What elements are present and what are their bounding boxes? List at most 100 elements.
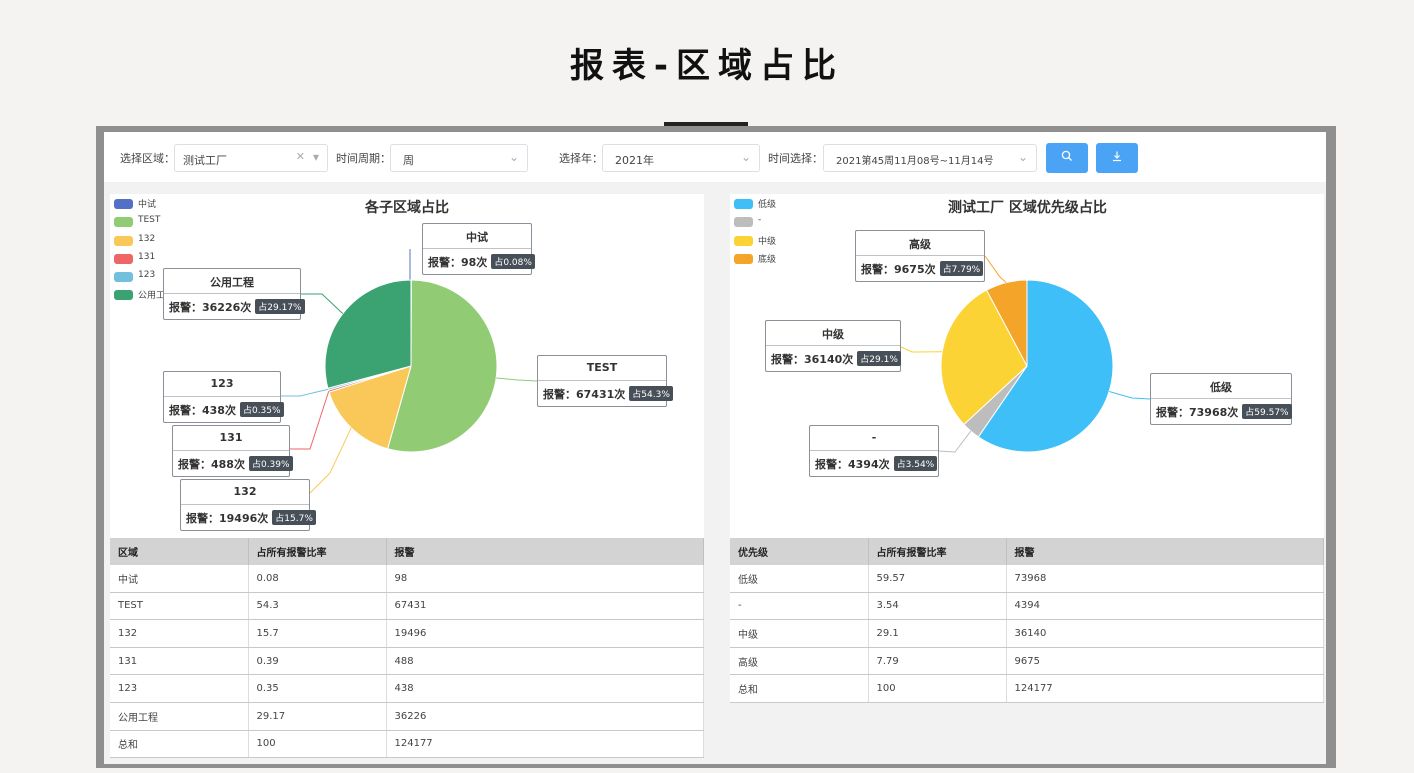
year-label: 选择年： [559, 152, 603, 165]
area-table-cell: 123 [110, 674, 249, 703]
area-data-label-value: 报警：19496次 占15.7% [186, 510, 316, 526]
area-data-label-name: 131 [219, 431, 243, 444]
area-table-cell: 29.17 [248, 702, 387, 731]
priority-data-label: 中级 报警：36140次 占29.1% [765, 320, 901, 372]
legend-swatch [734, 217, 753, 228]
priority-label-line [938, 430, 972, 453]
priority-table-cell: 7.79 [868, 647, 1007, 676]
divider [173, 450, 289, 451]
area-column-header[interactable]: 报警 [386, 538, 704, 565]
legend-label: 中级 [758, 236, 777, 247]
year-select[interactable]: 2021年 ⌄ [602, 144, 760, 172]
year-select-value: 2021年 [615, 154, 654, 167]
priority-table-row: 总和 100 124177 [730, 674, 1324, 703]
priority-label-line [984, 255, 1007, 283]
area-data-label-value: 报警：36226次 占29.17% [169, 299, 305, 315]
legend-swatch [114, 235, 133, 246]
legend-swatch [114, 253, 133, 264]
legend-swatch [734, 235, 753, 246]
priority-table-cell: 36140 [1006, 619, 1324, 648]
area-percent-badge: 占0.39% [248, 456, 293, 471]
priority-table-cell: - [730, 592, 869, 621]
legend-label: - [758, 215, 762, 226]
priority-column-header[interactable]: 优先级 [730, 538, 869, 565]
priority-data-label: - 报警：4394次 占3.54% [809, 425, 939, 477]
area-column-header[interactable]: 占所有报警比率 [248, 538, 387, 565]
area-table-row: 132 15.7 19496 [110, 619, 704, 648]
priority-column-header[interactable]: 占所有报警比率 [868, 538, 1007, 565]
priority-data-label-value: 报警：9675次 占7.79% [861, 261, 984, 277]
area-data-label-value: 报警：438次 占0.35% [169, 402, 284, 418]
legend-swatch [734, 253, 753, 264]
area-column-header[interactable]: 区域 [110, 538, 249, 565]
priority-data-label-name: 高级 [909, 238, 931, 251]
legend-swatch [114, 217, 133, 228]
area-label-line [281, 388, 329, 397]
area-table-cell: 公用工程 [110, 702, 249, 731]
priority-column-header[interactable]: 报警 [1006, 538, 1324, 565]
area-table-row: 123 0.35 438 [110, 674, 704, 703]
legend-label: 123 [138, 270, 156, 281]
area-table-cell: 98 [386, 565, 704, 593]
area-label-line [290, 390, 330, 450]
period-select[interactable]: 周 ⌄ [390, 144, 528, 172]
area-percent-badge: 占29.17% [255, 299, 305, 314]
time-select[interactable]: 2021第45周11月08号~11月14号 ⌄ [823, 144, 1037, 172]
legend-label: 低级 [758, 200, 777, 210]
area-table-cell: 54.3 [248, 592, 387, 621]
divider [181, 504, 309, 505]
priority-data-label-value: 报警：73968次 占59.57% [1156, 404, 1292, 420]
download-icon [1113, 151, 1121, 162]
clear-icon[interactable]: ✕ [296, 150, 305, 163]
priority-chart-title: 测试工厂 区域优先级占比 [948, 200, 1107, 216]
area-table-cell: 19496 [386, 619, 704, 648]
area-label-line [409, 249, 412, 281]
area-table-cell: 438 [386, 674, 704, 703]
area-label-line [309, 427, 352, 494]
chevron-down-icon: ▾ [312, 150, 319, 164]
period-select-value: 周 [403, 154, 414, 167]
area-table-cell: 36226 [386, 702, 704, 731]
priority-table-cell: 中级 [730, 619, 869, 648]
report-screen: 选择区域： 测试工厂 ✕ ▾ 时间周期： 周 ⌄ 选择年： 2021年 ⌄ 时间… [104, 132, 1326, 764]
area-table-cell: 100 [248, 730, 387, 759]
priority-table-cell: 124177 [1006, 674, 1324, 703]
search-button[interactable] [1046, 143, 1088, 173]
priority-data-label-name: 中级 [822, 328, 844, 341]
search-icon [1061, 150, 1072, 161]
chevron-down-icon: ⌄ [508, 150, 519, 164]
area-select[interactable]: 测试工厂 ✕ ▾ [174, 144, 328, 172]
priority-table-row: 高级 7.79 9675 [730, 647, 1324, 676]
area-percent-badge: 占0.35% [239, 402, 284, 417]
download-button[interactable] [1096, 143, 1138, 173]
area-table-cell: 0.08 [248, 565, 387, 593]
priority-percent-badge: 占3.54% [893, 456, 938, 471]
area-table-row: 总和 100 124177 [110, 730, 704, 759]
area-label-line [301, 293, 344, 315]
area-percent-badge: 占0.08% [491, 254, 535, 269]
area-table: 区域 占所有报警比率 报警 中试 0.08 98 TEST 54.3 67431 132 15.7… [110, 538, 704, 759]
priority-table-cell: 高级 [730, 647, 869, 676]
priority-table-cell: 59.57 [868, 565, 1007, 593]
divider [810, 450, 938, 451]
priority-table-cell: 总和 [730, 674, 869, 703]
priority-table-cell: 低级 [730, 565, 869, 593]
legend-label: 132 [138, 233, 156, 244]
priority-table-cell: 29.1 [868, 619, 1007, 648]
legend-swatch [114, 272, 133, 283]
priority-table-cell: 73968 [1006, 565, 1324, 593]
chevron-down-icon: ⌄ [1017, 150, 1028, 164]
area-data-label: 132 报警：19496次 占15.7% [180, 479, 316, 531]
priority-table-cell: 4394 [1006, 592, 1324, 621]
area-table-cell: 488 [386, 647, 704, 676]
divider [164, 293, 300, 294]
area-chart-title: 各子区域占比 [365, 200, 449, 216]
chevron-down-icon: ⌄ [740, 150, 751, 164]
area-data-label: 123 报警：438次 占0.35% [163, 371, 284, 423]
divider [856, 255, 984, 256]
area-table-row: TEST 54.3 67431 [110, 592, 704, 621]
priority-table-cell: 3.54 [868, 592, 1007, 621]
area-data-label-name: 中试 [466, 231, 488, 244]
area-data-label: 131 报警：488次 占0.39% [172, 425, 293, 477]
legend-swatch [114, 199, 133, 209]
